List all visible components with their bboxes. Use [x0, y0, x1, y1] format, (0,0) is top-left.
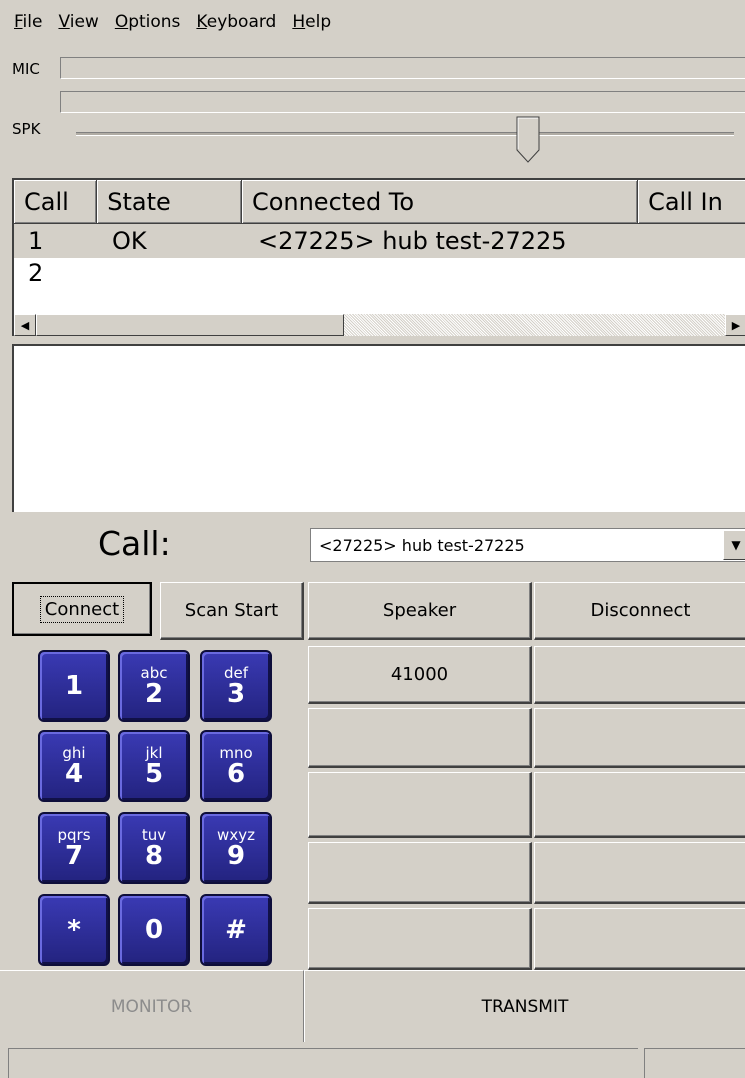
column-header-state[interactable]: State	[97, 180, 242, 224]
keypad-key-5[interactable]: jkl 5	[118, 730, 190, 802]
mic-label: MIC	[12, 60, 40, 78]
keypad-key-9[interactable]: wxyz 9	[200, 812, 272, 884]
preset-button[interactable]	[308, 708, 532, 768]
menu-options[interactable]: Options	[115, 12, 181, 32]
keypad-key-7[interactable]: pqrs 7	[38, 812, 110, 884]
table-row[interactable]: 2	[14, 258, 745, 288]
call-label: Call:	[98, 524, 171, 563]
keypad-key-2[interactable]: abc 2	[118, 650, 190, 722]
column-header-call-info[interactable]: Call In	[638, 180, 745, 224]
message-text-area[interactable]	[12, 344, 745, 512]
transmit-button[interactable]: TRANSMIT	[304, 970, 745, 1042]
preset-button[interactable]	[534, 772, 745, 838]
mic-level-meter	[60, 57, 745, 79]
spk-slider-track[interactable]	[76, 132, 734, 136]
scrollbar-thumb[interactable]	[36, 314, 344, 336]
cell-connected-to: <27225> hub test-27225	[258, 227, 567, 255]
preset-button[interactable]	[308, 908, 532, 970]
status-bar	[8, 1048, 638, 1078]
menu-bar: File View Options Keyboard Help	[0, 0, 745, 44]
table-row[interactable]: 1 OK <27225> hub test-27225	[14, 224, 745, 258]
horizontal-scrollbar[interactable]: ◀ ▶	[14, 314, 745, 336]
status-bar-secondary	[644, 1048, 745, 1078]
preset-button[interactable]	[534, 646, 745, 704]
preset-button[interactable]	[534, 842, 745, 904]
keypad-key-3[interactable]: def 3	[200, 650, 272, 722]
scrollbar-trough[interactable]	[344, 314, 725, 336]
preset-button[interactable]	[308, 842, 532, 904]
keypad-key-8[interactable]: tuv 8	[118, 812, 190, 884]
keypad-key-hash[interactable]: #	[200, 894, 272, 966]
column-header-call[interactable]: Call	[14, 180, 98, 224]
monitor-button[interactable]: MONITOR	[0, 970, 304, 1042]
preset-button[interactable]	[534, 708, 745, 768]
cell-call: 2	[28, 259, 44, 287]
spk-slider-thumb[interactable]	[516, 116, 540, 164]
disconnect-button[interactable]: Disconnect	[534, 582, 745, 640]
keypad-key-0[interactable]: 0	[118, 894, 190, 966]
call-table: Call State Connected To Call In 1 OK <27…	[12, 178, 745, 336]
call-select-dropdown[interactable]: <27225> hub test-27225 ▼	[310, 528, 745, 562]
menu-view[interactable]: View	[58, 12, 98, 32]
call-select-value: <27225> hub test-27225	[319, 535, 525, 555]
preset-button[interactable]	[534, 908, 745, 970]
keypad-key-star[interactable]: *	[38, 894, 110, 966]
cell-state: OK	[112, 227, 147, 255]
keypad-key-6[interactable]: mno 6	[200, 730, 272, 802]
secondary-level-meter	[60, 91, 745, 113]
preset-button[interactable]	[308, 772, 532, 838]
scan-start-button[interactable]: Scan Start	[160, 582, 304, 640]
menu-keyboard[interactable]: Keyboard	[196, 12, 276, 32]
column-header-connected-to[interactable]: Connected To	[241, 180, 639, 224]
scroll-right-arrow-icon[interactable]: ▶	[725, 314, 745, 336]
call-table-header: Call State Connected To Call In	[14, 180, 745, 224]
keypad-key-1[interactable]: 1	[38, 650, 110, 722]
connect-button[interactable]: Connect	[12, 582, 152, 636]
menu-file[interactable]: File	[14, 12, 42, 32]
preset-button-41000[interactable]: 41000	[308, 646, 532, 704]
speaker-button[interactable]: Speaker	[308, 582, 532, 640]
keypad-key-4[interactable]: ghi 4	[38, 730, 110, 802]
chevron-down-icon[interactable]: ▼	[723, 530, 745, 560]
cell-call: 1	[28, 227, 44, 255]
scroll-left-arrow-icon[interactable]: ◀	[14, 314, 36, 336]
menu-help[interactable]: Help	[292, 12, 331, 32]
spk-label: SPK	[12, 120, 41, 138]
